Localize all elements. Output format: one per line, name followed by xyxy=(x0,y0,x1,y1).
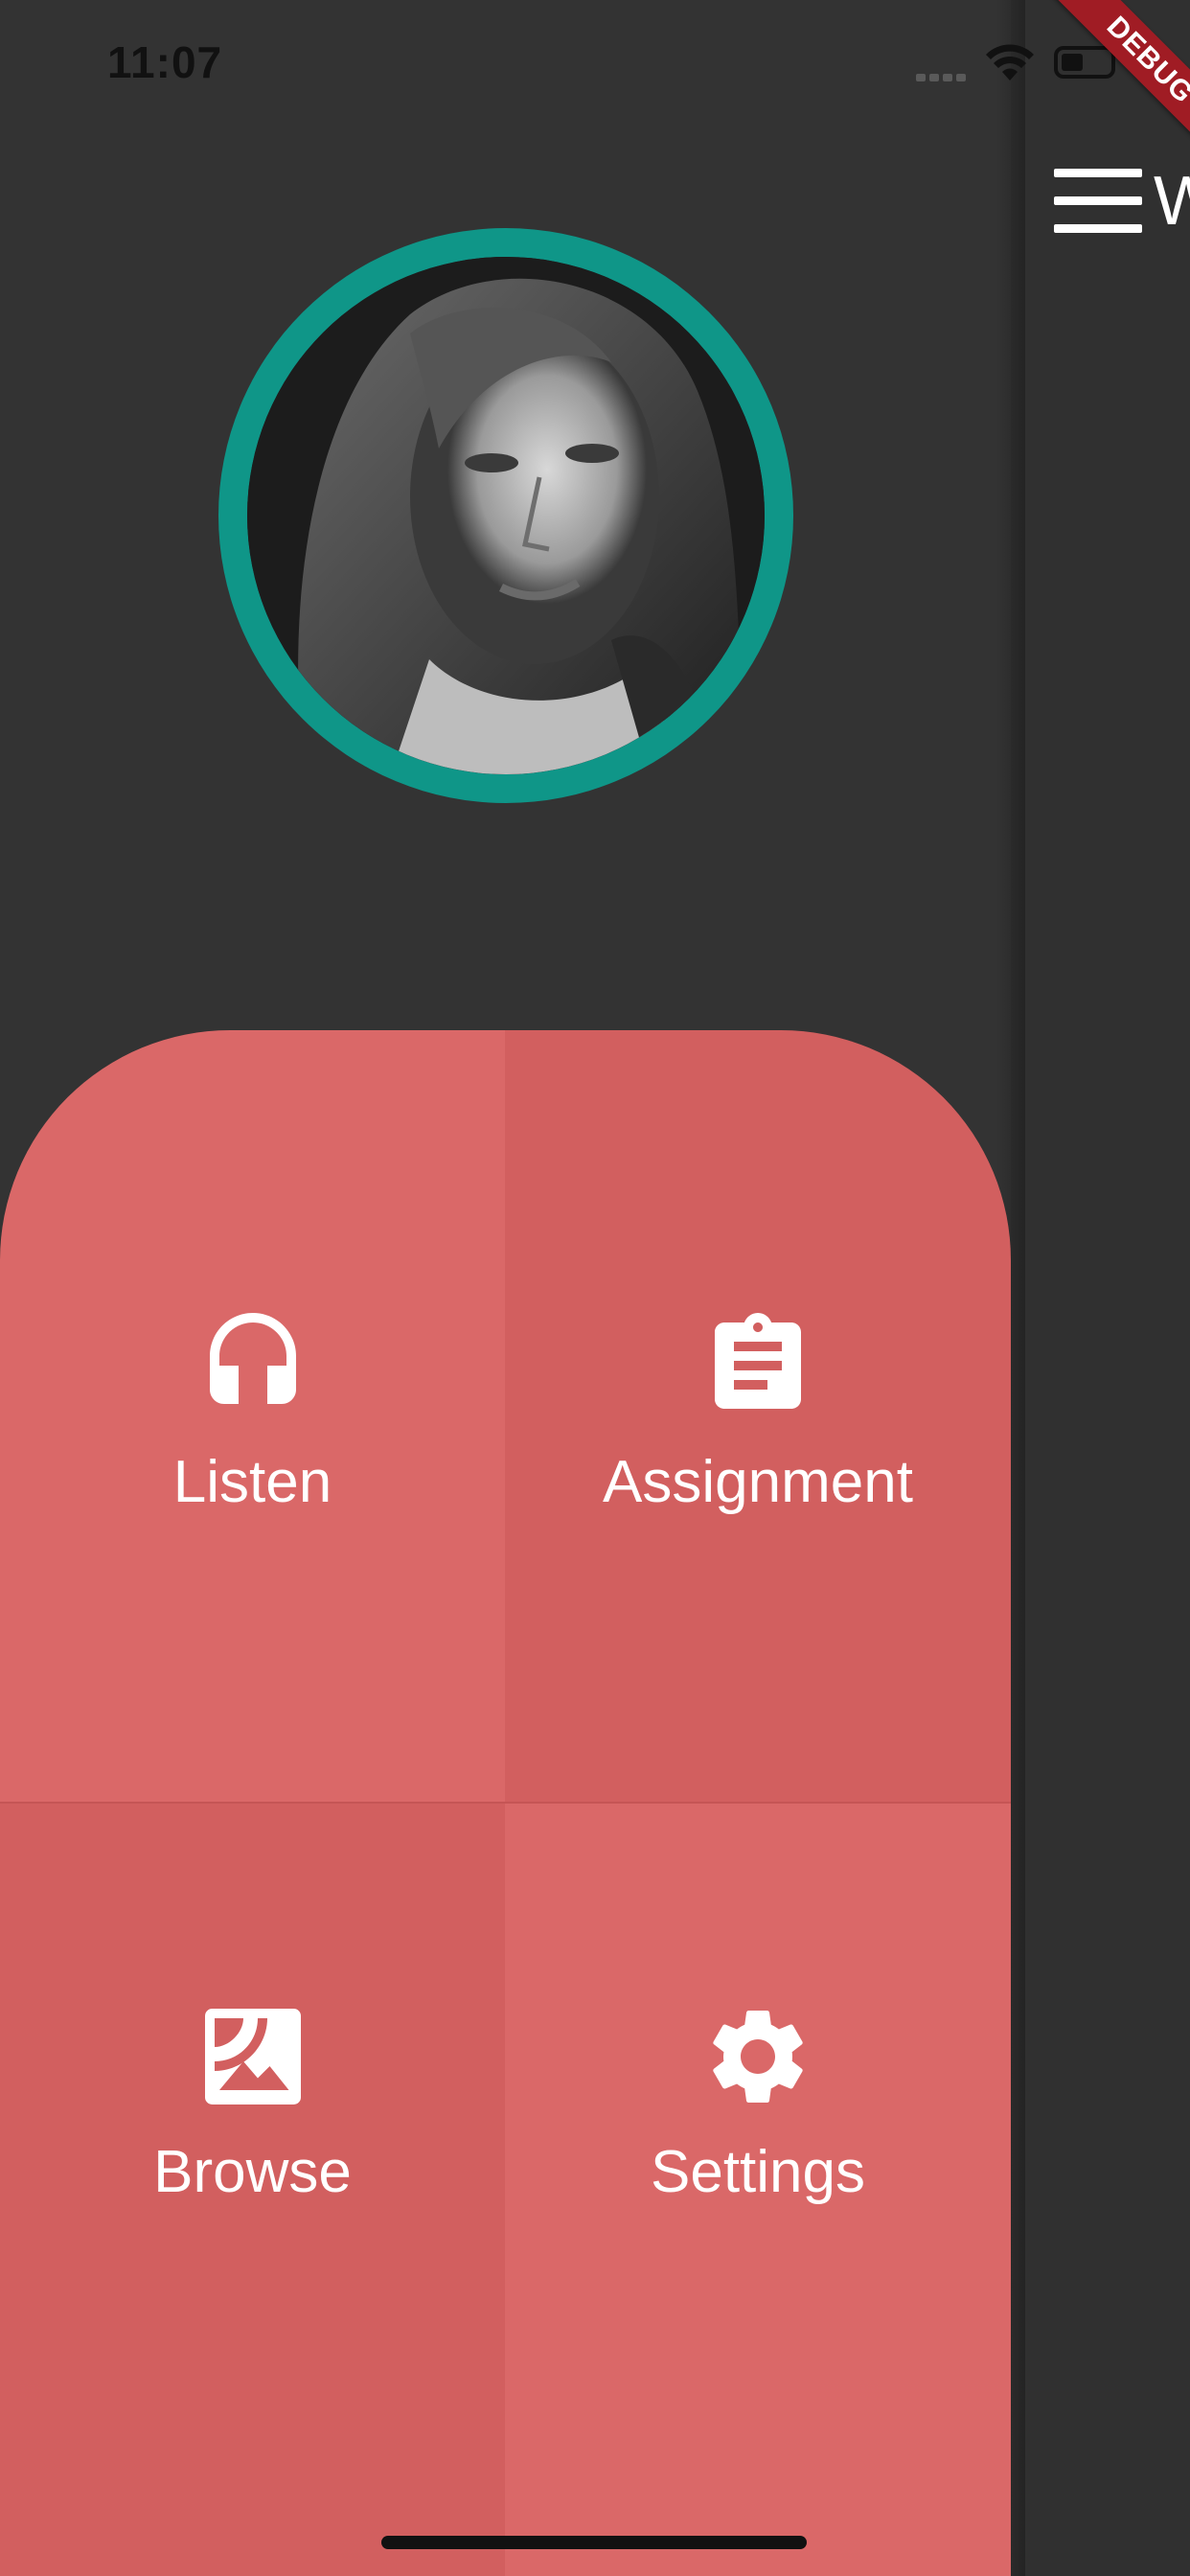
drawer-menu-grid: Listen Assignment Browse Settings xyxy=(0,1030,1011,2576)
menu-tile-assignment[interactable]: Assignment xyxy=(505,1030,1011,1802)
menu-tile-label: Listen xyxy=(172,1449,332,1515)
gear-icon xyxy=(713,2011,803,2103)
grid-divider xyxy=(0,1802,1011,1804)
home-indicator[interactable] xyxy=(381,2536,807,2549)
profile-photo xyxy=(247,257,765,774)
app-screen: W 11:07 DEBUG Listen Assignment Browse S… xyxy=(0,0,1190,2576)
menu-button[interactable] xyxy=(1054,169,1142,234)
wifi-icon xyxy=(986,44,1034,80)
image-icon xyxy=(204,2009,301,2104)
battery-icon xyxy=(1054,46,1115,79)
main-page xyxy=(1011,0,1190,2576)
headphones-icon xyxy=(209,1313,296,1404)
page-title: W xyxy=(1154,163,1190,240)
menu-tile-browse[interactable]: Browse xyxy=(0,1802,505,2576)
status-indicators xyxy=(916,40,1127,88)
menu-tile-settings[interactable]: Settings xyxy=(505,1802,1011,2576)
menu-tile-label: Settings xyxy=(650,2139,866,2205)
profile-avatar[interactable] xyxy=(218,228,793,803)
status-time: 11:07 xyxy=(107,37,223,87)
menu-tile-label: Assignment xyxy=(603,1449,913,1515)
assignment-clipboard-icon xyxy=(715,1313,801,1409)
signal-icon xyxy=(916,69,970,81)
menu-tile-listen[interactable]: Listen xyxy=(0,1030,505,1802)
menu-tile-label: Browse xyxy=(153,2139,352,2205)
